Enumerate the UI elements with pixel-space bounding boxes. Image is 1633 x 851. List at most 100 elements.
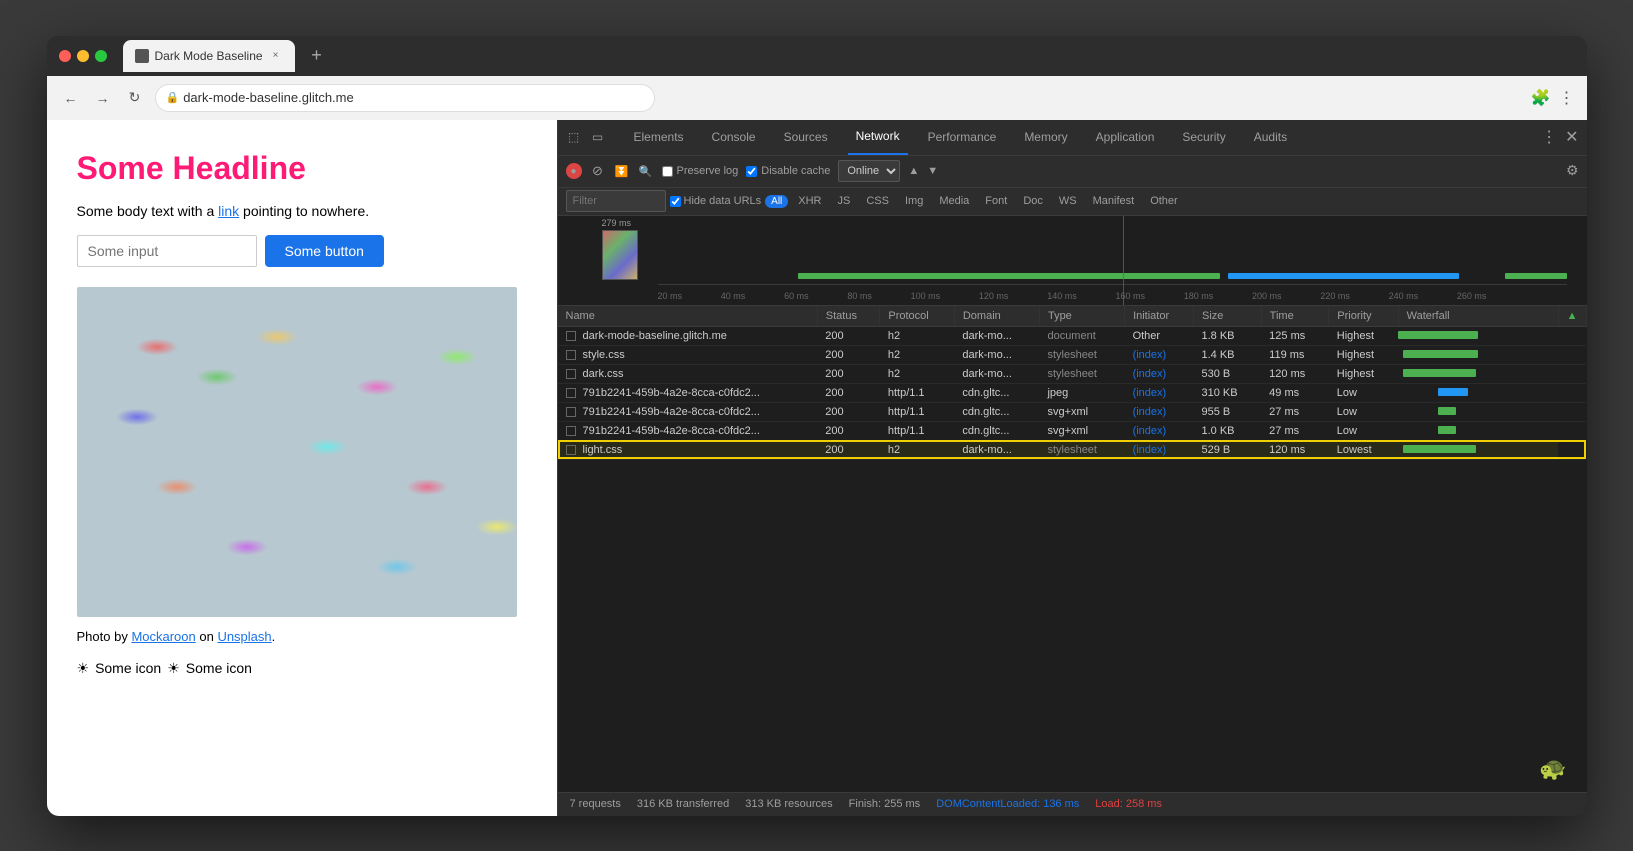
devtools-close-icon[interactable]: ✕: [1565, 127, 1578, 147]
photo-author-link[interactable]: Mockaroon: [131, 629, 195, 644]
col-name[interactable]: Name: [558, 306, 818, 327]
network-table-wrapper[interactable]: Name Status Protocol Domain Type Initiat…: [558, 306, 1587, 792]
cell-status: 200: [817, 326, 880, 345]
preserve-log-checkbox[interactable]: Preserve log: [662, 165, 739, 177]
search-button[interactable]: 🔍: [638, 163, 654, 179]
table-row[interactable]: 791b2241-459b-4a2e-8cca-c0fdc2... 200 ht…: [558, 402, 1587, 421]
status-resources: 313 KB resources: [745, 798, 832, 810]
table-row[interactable]: light.css 200 h2 dark-mo... stylesheet (…: [558, 440, 1587, 459]
filter-font[interactable]: Font: [979, 194, 1013, 208]
cell-waterfall: [1398, 421, 1558, 440]
col-protocol[interactable]: Protocol: [880, 306, 955, 327]
col-waterfall[interactable]: Waterfall: [1398, 306, 1558, 327]
table-row[interactable]: style.css 200 h2 dark-mo... stylesheet (…: [558, 345, 1587, 364]
cell-domain: dark-mo...: [954, 440, 1039, 459]
devtools-settings-icon[interactable]: ⚙: [1566, 162, 1579, 180]
cell-time: 27 ms: [1261, 421, 1329, 440]
table-row[interactable]: dark.css 200 h2 dark-mo... stylesheet (i…: [558, 364, 1587, 383]
upload-icon: ▲: [908, 165, 919, 177]
cell-type: svg+xml: [1039, 402, 1124, 421]
cell-name: dark-mode-baseline.glitch.me: [558, 326, 818, 345]
close-button[interactable]: [59, 50, 71, 62]
clear-button[interactable]: ⊘: [590, 163, 606, 179]
record-stop-button[interactable]: ●: [566, 163, 582, 179]
webpage-content: Some Headline Some body text with a link…: [47, 120, 557, 816]
cell-time: 120 ms: [1261, 364, 1329, 383]
cell-protocol: h2: [880, 440, 955, 459]
tab-application[interactable]: Application: [1088, 120, 1163, 156]
forward-button[interactable]: →: [91, 86, 115, 110]
tab-memory[interactable]: Memory: [1016, 120, 1075, 156]
minimize-button[interactable]: [77, 50, 89, 62]
tab-network[interactable]: Network: [848, 120, 908, 156]
col-time[interactable]: Time: [1261, 306, 1329, 327]
col-status[interactable]: Status: [817, 306, 880, 327]
table-row[interactable]: dark-mode-baseline.glitch.me 200 h2 dark…: [558, 326, 1587, 345]
body-link[interactable]: link: [218, 203, 239, 219]
browser-tab[interactable]: Dark Mode Baseline ×: [123, 40, 295, 72]
cell-priority: Highest: [1329, 364, 1398, 383]
maximize-button[interactable]: [95, 50, 107, 62]
hide-data-urls-checkbox[interactable]: Hide data URLs: [670, 195, 762, 207]
col-domain[interactable]: Domain: [954, 306, 1039, 327]
table-row[interactable]: 791b2241-459b-4a2e-8cca-c0fdc2... 200 ht…: [558, 421, 1587, 440]
tab-audits[interactable]: Audits: [1246, 120, 1295, 156]
filter-css[interactable]: CSS: [860, 194, 895, 208]
timeline-ruler: 20 ms 40 ms 60 ms 80 ms 100 ms 120 ms 14…: [558, 291, 1587, 301]
cell-status: 200: [817, 383, 880, 402]
col-initiator[interactable]: Initiator: [1125, 306, 1194, 327]
more-tools-icon[interactable]: ⋮: [1541, 127, 1557, 147]
timeline-ms-label: 279 ms: [602, 218, 632, 228]
cell-status: 200: [817, 345, 880, 364]
network-controls: ● ⊘ ⏬ 🔍 Preserve log Disable cache Onlin…: [558, 156, 1587, 188]
filter-input[interactable]: [566, 190, 666, 212]
back-button[interactable]: ←: [59, 86, 83, 110]
ruler-120ms: 120 ms: [979, 291, 1009, 301]
icon-label-1: Some icon: [95, 660, 161, 676]
tab-close-button[interactable]: ×: [269, 49, 283, 63]
filter-img[interactable]: Img: [899, 194, 929, 208]
new-tab-button[interactable]: +: [303, 42, 331, 70]
throttle-select[interactable]: Online: [838, 160, 900, 182]
ruler-40ms: 40 ms: [721, 291, 746, 301]
timeline-bars: [798, 269, 1567, 283]
status-dom-content-loaded[interactable]: DOMContentLoaded: 136 ms: [936, 798, 1079, 810]
reload-button[interactable]: ↻: [123, 86, 147, 110]
tab-performance[interactable]: Performance: [920, 120, 1005, 156]
extensions-icon[interactable]: 🧩: [1531, 88, 1551, 108]
filter-ws[interactable]: WS: [1053, 194, 1083, 208]
col-type[interactable]: Type: [1039, 306, 1124, 327]
dom-content-loaded-line: [1123, 216, 1124, 305]
waterfall-bar: [1398, 331, 1478, 339]
col-size[interactable]: Size: [1194, 306, 1262, 327]
cell-name: style.css: [558, 345, 818, 364]
filter-js[interactable]: JS: [832, 194, 857, 208]
filter-media[interactable]: Media: [933, 194, 975, 208]
url-bar[interactable]: 🔒 dark-mode-baseline.glitch.me: [155, 84, 655, 112]
some-input[interactable]: [77, 235, 257, 267]
filter-doc[interactable]: Doc: [1017, 194, 1049, 208]
filter-other[interactable]: Other: [1144, 194, 1184, 208]
tab-sources[interactable]: Sources: [776, 120, 836, 156]
more-options-icon[interactable]: ⋮: [1559, 88, 1575, 108]
col-sort-icon[interactable]: ▲: [1558, 306, 1586, 327]
status-finish: Finish: 255 ms: [849, 798, 921, 810]
cell-name: 791b2241-459b-4a2e-8cca-c0fdc2...: [558, 402, 818, 421]
inspect-icon[interactable]: ⬚: [566, 129, 582, 145]
disable-cache-checkbox[interactable]: Disable cache: [746, 165, 830, 177]
filter-toggle-button[interactable]: ⏬: [614, 163, 630, 179]
unsplash-link[interactable]: Unsplash: [217, 629, 271, 644]
col-priority[interactable]: Priority: [1329, 306, 1398, 327]
some-button[interactable]: Some button: [265, 235, 384, 267]
cell-time: 125 ms: [1261, 326, 1329, 345]
filter-xhr[interactable]: XHR: [792, 194, 827, 208]
filter-manifest[interactable]: Manifest: [1087, 194, 1141, 208]
cell-time: 49 ms: [1261, 383, 1329, 402]
table-row[interactable]: 791b2241-459b-4a2e-8cca-c0fdc2... 200 ht…: [558, 383, 1587, 402]
tab-security[interactable]: Security: [1174, 120, 1233, 156]
timeline-bar-green: [798, 273, 1221, 279]
cell-protocol: http/1.1: [880, 383, 955, 402]
tab-console[interactable]: Console: [704, 120, 764, 156]
tab-elements[interactable]: Elements: [626, 120, 692, 156]
device-icon[interactable]: ▭: [590, 129, 606, 145]
